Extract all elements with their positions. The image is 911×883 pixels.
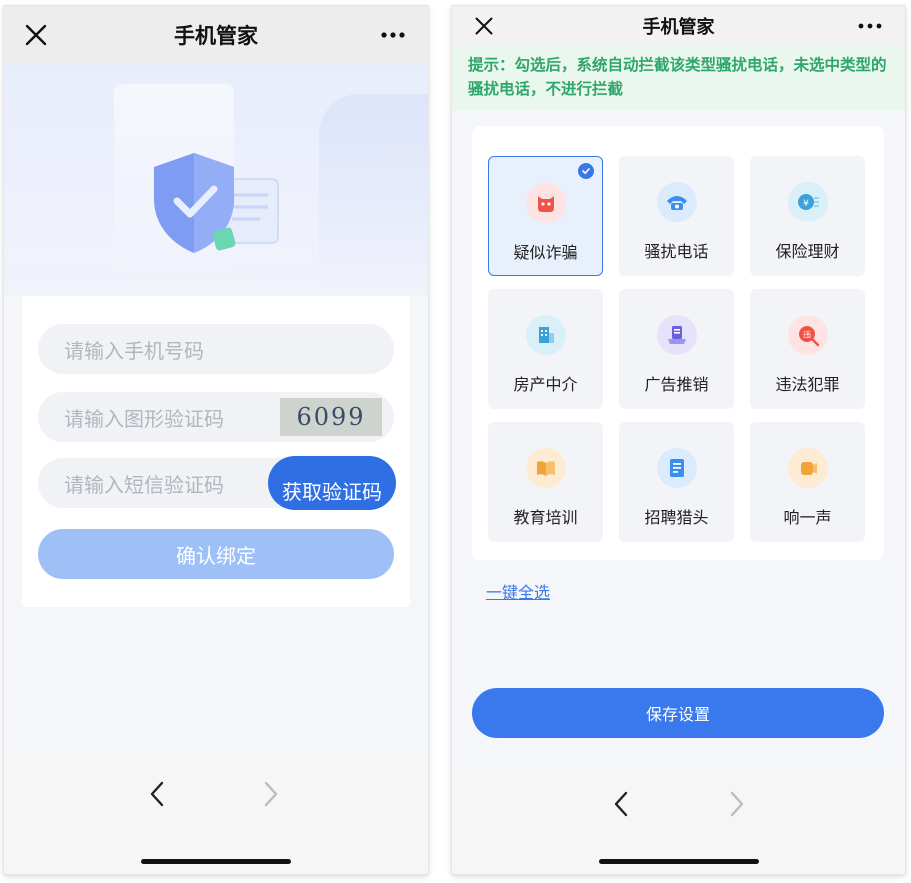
get-sms-code-button[interactable]: 获取验证码: [268, 456, 396, 510]
category-fraud[interactable]: 疑似诈骗: [488, 156, 603, 276]
category-insurance[interactable]: ¥ 保险理财: [750, 156, 865, 276]
category-crime[interactable]: 违 违法犯罪: [750, 289, 865, 409]
category-label: 保险理财: [775, 242, 840, 261]
crime-icon: 违: [787, 315, 828, 355]
check-icon: [578, 163, 594, 179]
sms-code-input[interactable]: 请输入短信验证码 获取验证码: [38, 456, 396, 510]
category-label: 违法犯罪: [775, 375, 840, 394]
nav-bar: 手机管家: [452, 6, 905, 46]
real-estate-icon: [525, 315, 566, 355]
category-label: 招聘猎头: [644, 508, 709, 527]
page-title: 手机管家: [642, 17, 715, 38]
insurance-icon: ¥: [787, 182, 828, 222]
education-icon: [525, 448, 566, 488]
captcha-image[interactable]: 6099: [280, 398, 382, 436]
category-label: 骚扰电话: [644, 242, 709, 261]
save-settings-button[interactable]: 保存设置: [472, 688, 884, 738]
close-icon[interactable]: [24, 23, 48, 47]
category-advertising[interactable]: 广告推销: [619, 289, 734, 409]
category-real-estate[interactable]: 房产中介: [488, 289, 603, 409]
phone-number-input[interactable]: 请输入手机号码: [38, 324, 394, 374]
tip-banner: 提示：勾选后，系统自动拦截该类型骚扰电话，未选中类型的骚扰电话，不进行拦截: [452, 46, 905, 110]
category-label: 广告推销: [644, 375, 709, 394]
ring-once-icon: [787, 448, 828, 488]
category-ring-once[interactable]: 响一声: [750, 422, 865, 542]
sms-placeholder: 请输入短信验证码: [64, 472, 224, 497]
category-label: 教育培训: [513, 508, 578, 527]
hero-banner: [4, 64, 428, 296]
more-icon[interactable]: [857, 22, 883, 30]
category-label: 响一声: [783, 508, 832, 527]
svg-text:违: 违: [803, 331, 811, 340]
category-label: 房产中介: [513, 375, 578, 394]
select-all-link[interactable]: 一键全选: [486, 579, 550, 603]
left-phone-screen: 手机管家 请输入手机号码 请输入图形验证码 6099 请输入短信验证码 获取验证…: [4, 6, 428, 874]
image-captcha-input[interactable]: 请输入图形验证码 6099: [38, 392, 394, 442]
home-indicator: [598, 859, 759, 864]
advertising-icon: [656, 315, 697, 355]
right-phone-screen: 手机管家 提示：勾选后，系统自动拦截该类型骚扰电话，未选中类型的骚扰电话，不进行…: [452, 6, 905, 874]
category-harass-phone[interactable]: 骚扰电话: [619, 156, 734, 276]
confirm-bind-button[interactable]: 确认绑定: [38, 529, 394, 579]
svg-text:¥: ¥: [803, 199, 809, 209]
fraud-icon: [525, 183, 566, 223]
recruit-icon: [656, 448, 697, 488]
nav-bar: 手机管家: [4, 6, 428, 64]
page-title: 手机管家: [174, 24, 258, 48]
category-grid-card: 疑似诈骗 骚扰电话 ¥ 保险理财 房产中介 广告推销 违 违法犯罪 教育培训 招…: [472, 126, 884, 560]
category-recruit[interactable]: 招聘猎头: [619, 422, 734, 542]
category-label: 疑似诈骗: [513, 243, 578, 262]
chevron-right-icon[interactable]: [728, 790, 746, 818]
category-education[interactable]: 教育培训: [488, 422, 603, 542]
phone-placeholder: 请输入手机号码: [64, 338, 204, 363]
browser-bottom-bar: [4, 756, 428, 874]
shield-check-icon: [154, 153, 279, 253]
chevron-left-icon[interactable]: [612, 790, 630, 818]
home-indicator: [141, 859, 291, 864]
browser-bottom-bar: [452, 774, 905, 874]
chevron-left-icon[interactable]: [148, 780, 166, 808]
chevron-right-icon[interactable]: [262, 780, 280, 808]
captcha-placeholder: 请输入图形验证码: [64, 406, 224, 431]
more-icon[interactable]: [380, 31, 406, 39]
bind-form-card: 请输入手机号码 请输入图形验证码 6099 请输入短信验证码 获取验证码 确认绑…: [22, 296, 410, 607]
close-icon[interactable]: [474, 16, 494, 36]
harass-phone-icon: [656, 182, 697, 222]
